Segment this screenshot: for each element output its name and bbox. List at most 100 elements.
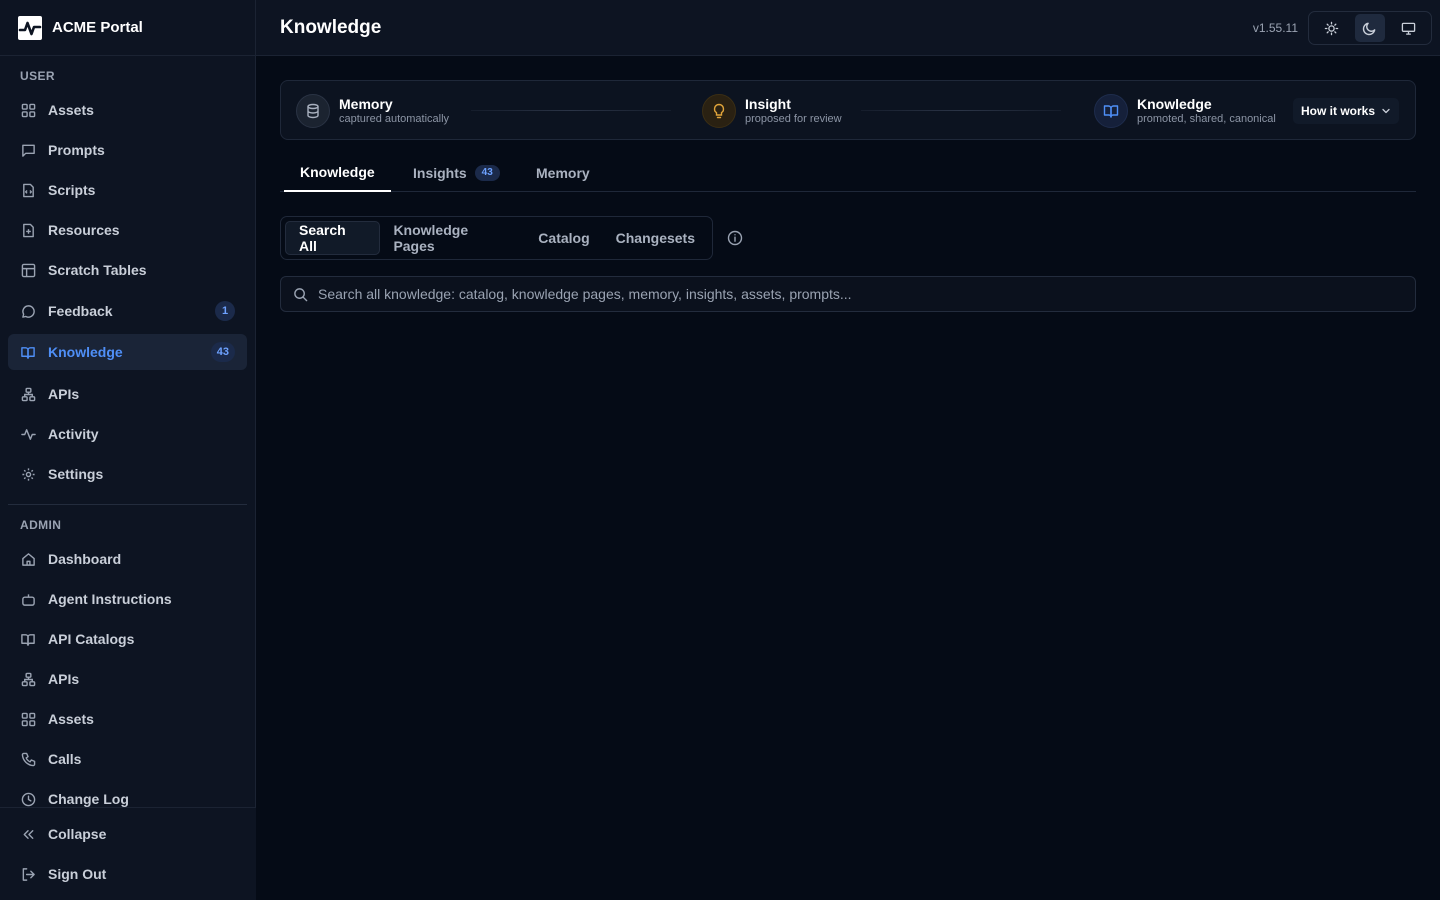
chevron-down-icon	[1381, 106, 1391, 116]
how-it-works-label: How it works	[1300, 104, 1375, 118]
sun-icon	[1324, 21, 1339, 36]
bot-icon	[20, 591, 36, 607]
insights-count-badge: 43	[474, 164, 500, 181]
stage-connector	[861, 110, 1061, 111]
sidebar-item-agent-instructions[interactable]: Agent Instructions	[8, 581, 247, 617]
home-icon	[20, 551, 36, 567]
brand[interactable]: ACME Portal	[0, 0, 255, 56]
stage-insight: Insight proposed for review	[702, 93, 842, 129]
stage-title: Insight	[745, 96, 791, 112]
subtab-catalog[interactable]: Catalog	[525, 221, 602, 255]
stage-title: Knowledge	[1137, 96, 1212, 112]
sidebar-item-settings[interactable]: Settings	[8, 456, 247, 492]
tab-label: Memory	[536, 164, 590, 181]
stage-connector	[471, 110, 671, 111]
system-theme-button[interactable]	[1394, 14, 1424, 42]
page-title: Knowledge	[280, 16, 382, 38]
top-bar: Knowledge v1.55.11	[256, 0, 1440, 56]
stage-subtitle: captured automatically	[339, 113, 450, 125]
log-out-icon	[20, 866, 36, 882]
stage-knowledge: Knowledge promoted, shared, canonical	[1094, 93, 1276, 129]
sidebar-item-admin-apis[interactable]: APIs	[8, 661, 247, 697]
dark-theme-button[interactable]	[1354, 14, 1385, 42]
section-label-user: USER	[20, 69, 55, 83]
tab-knowledge[interactable]: Knowledge	[284, 153, 391, 192]
sidebar-item-admin-assets[interactable]: Assets	[8, 701, 247, 737]
light-theme-button[interactable]	[1316, 14, 1346, 42]
phone-icon	[20, 751, 36, 767]
database-icon	[296, 94, 330, 128]
knowledge-count-badge: 43	[210, 342, 235, 362]
grid-icon	[20, 711, 36, 727]
sidebar-item-dashboard[interactable]: Dashboard	[8, 541, 247, 577]
tab-insights[interactable]: Insights 43	[397, 153, 516, 192]
sidebar-item-scratch-tables[interactable]: Scratch Tables	[8, 252, 247, 288]
how-it-works-button[interactable]: How it works	[1292, 98, 1399, 124]
sidebar-item-prompts[interactable]: Prompts	[8, 132, 247, 168]
sidebar-item-label: APIs	[48, 671, 80, 687]
theme-switcher	[1308, 11, 1432, 45]
collapse-label: Collapse	[48, 826, 107, 842]
sidebar-item-feedback[interactable]: Feedback 1	[8, 293, 247, 329]
tab-label: Insights	[413, 164, 467, 181]
subtab-search-all[interactable]: Search All	[285, 221, 381, 255]
sidebar-item-apis[interactable]: APIs	[8, 376, 247, 412]
sidebar-item-activity[interactable]: Activity	[8, 416, 247, 452]
sidebar-item-resources[interactable]: Resources	[8, 212, 247, 248]
sidebar-item-label: Activity	[48, 426, 99, 442]
subtab-knowledge-pages[interactable]: Knowledge Pages	[380, 221, 525, 255]
message-circle-icon	[20, 303, 36, 319]
file-box-icon	[20, 222, 36, 238]
book-open-icon	[20, 631, 36, 647]
sidebar-item-label: Scratch Tables	[48, 262, 147, 278]
sidebar-item-label: Change Log	[48, 791, 129, 807]
sidebar-item-label: API Catalogs	[48, 631, 135, 647]
subtab-changesets[interactable]: Changesets	[603, 221, 708, 255]
sidebar-item-label: Prompts	[48, 142, 105, 158]
sidebar-item-knowledge[interactable]: Knowledge 43	[8, 334, 247, 370]
sidebar-item-label: Dashboard	[48, 551, 122, 567]
clock-icon	[20, 791, 36, 807]
sidebar-item-label: Agent Instructions	[48, 591, 172, 607]
book-open-icon	[1094, 94, 1128, 128]
sign-out-label: Sign Out	[48, 866, 107, 882]
activity-icon	[20, 426, 36, 442]
stage-subtitle: proposed for review	[745, 113, 842, 125]
sidebar-item-calls[interactable]: Calls	[8, 741, 247, 777]
file-code-icon	[20, 182, 36, 198]
sidebar-item-api-catalogs[interactable]: API Catalogs	[8, 621, 247, 657]
sidebar-item-label: Resources	[48, 222, 120, 238]
sidebar-item-label: Knowledge	[48, 344, 123, 360]
stage-subtitle: promoted, shared, canonical	[1137, 113, 1276, 125]
knowledge-tabs: Knowledge Insights 43 Memory	[280, 153, 1416, 192]
knowledge-search	[280, 276, 1416, 312]
section-label-admin: ADMIN	[20, 518, 62, 532]
stage-title: Memory	[339, 96, 393, 112]
sidebar-item-assets[interactable]: Assets	[8, 92, 247, 128]
sidebar-item-label: Feedback	[48, 303, 113, 319]
tab-memory[interactable]: Memory	[520, 153, 606, 192]
table-icon	[20, 262, 36, 278]
version-label: v1.55.11	[1252, 20, 1298, 35]
sidebar-footer: Collapse Sign Out	[0, 807, 256, 900]
lightbulb-icon	[702, 94, 736, 128]
sidebar-item-scripts[interactable]: Scripts	[8, 172, 247, 208]
chevrons-left-icon	[20, 826, 36, 842]
grid-icon	[20, 102, 36, 118]
network-icon	[20, 386, 36, 402]
sidebar-item-label: APIs	[48, 386, 80, 402]
sign-out-button[interactable]: Sign Out	[8, 856, 247, 892]
tab-label: Knowledge	[300, 163, 375, 180]
search-icon	[293, 286, 309, 302]
feedback-count-badge: 1	[215, 301, 235, 321]
message-square-icon	[20, 142, 36, 158]
collapse-button[interactable]: Collapse	[8, 816, 247, 852]
sidebar-item-label: Assets	[48, 711, 94, 727]
stage-memory: Memory captured automatically	[296, 93, 449, 129]
sidebar-item-label: Settings	[48, 466, 104, 482]
acme-logo-icon	[18, 15, 42, 40]
info-icon[interactable]	[726, 229, 744, 247]
moon-icon	[1362, 21, 1377, 36]
sidebar-item-label: Scripts	[48, 182, 96, 198]
search-input[interactable]	[318, 286, 1415, 302]
